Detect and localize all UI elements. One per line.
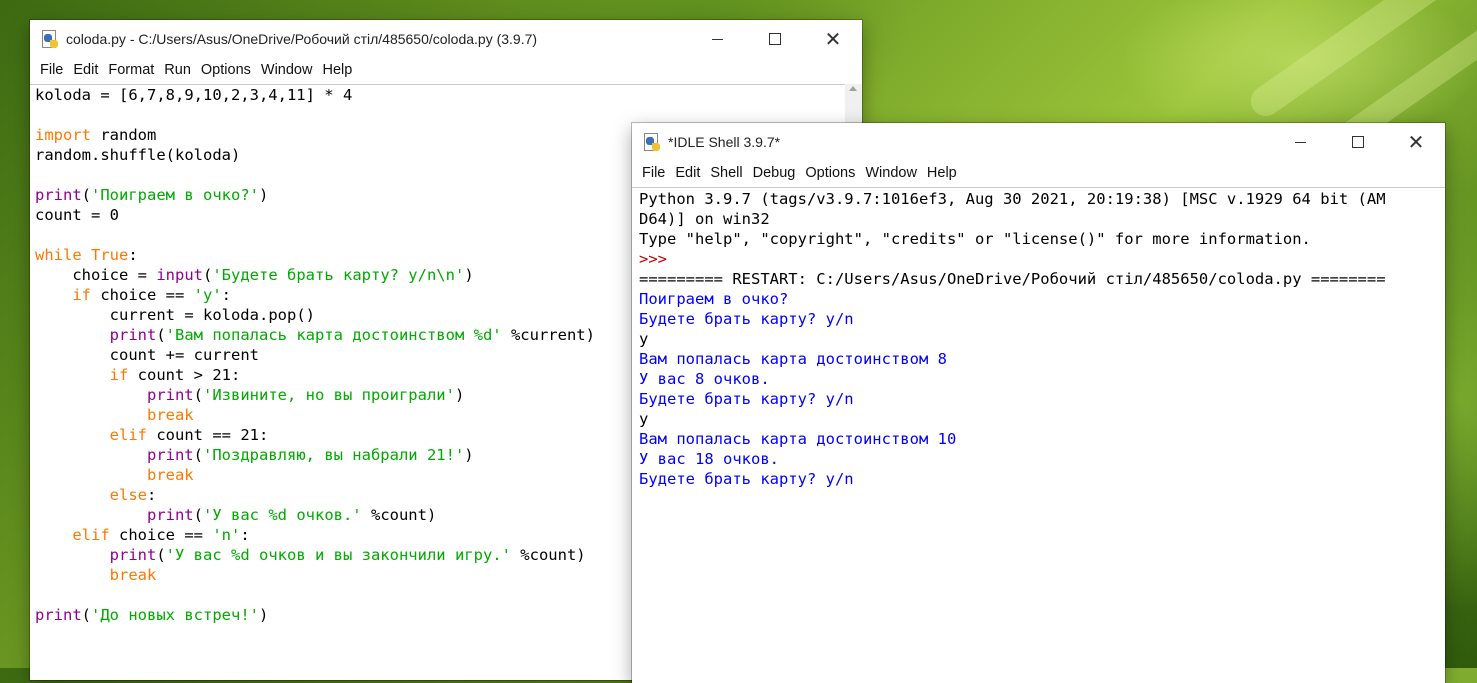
- shell-prompt: >>>: [639, 250, 667, 268]
- shell-line: Python 3.9.7 (tags/v3.9.7:1016ef3, Aug 3…: [639, 190, 1386, 208]
- shell-text-area[interactable]: Python 3.9.7 (tags/v3.9.7:1016ef3, Aug 3…: [632, 187, 1445, 683]
- menu-help[interactable]: Help: [922, 165, 962, 181]
- shell-line: y: [639, 410, 649, 428]
- minimize-button[interactable]: [1271, 123, 1329, 161]
- shell-line: y: [639, 330, 649, 348]
- shell-output[interactable]: Python 3.9.7 (tags/v3.9.7:1016ef3, Aug 3…: [632, 189, 1445, 489]
- maximize-button[interactable]: [746, 20, 804, 58]
- menu-window[interactable]: Window: [860, 165, 922, 181]
- menu-edit[interactable]: Edit: [68, 62, 103, 78]
- menu-run[interactable]: Run: [159, 62, 196, 78]
- shell-line: У вас 8 очков.: [639, 370, 770, 388]
- menu-file[interactable]: File: [35, 62, 68, 78]
- code-line: koloda = [6,7,8,9,10,2,3,4,11] * 4: [35, 86, 353, 104]
- menu-options[interactable]: Options: [196, 62, 256, 78]
- shell-line: Type "help", "copyright", "credits" or "…: [639, 230, 1311, 248]
- minimize-button[interactable]: [688, 20, 746, 58]
- menu-debug[interactable]: Debug: [748, 165, 801, 181]
- shell-line: D64)] on win32: [639, 210, 770, 228]
- menu-window[interactable]: Window: [256, 62, 318, 78]
- shell-line: Будете брать карту? y/n: [639, 470, 854, 488]
- close-button[interactable]: ✕: [804, 20, 862, 58]
- editor-titlebar[interactable]: coloda.py - C:/Users/Asus/OneDrive/Робоч…: [30, 20, 862, 58]
- shell-window: *IDLE Shell 3.9.7* ✕ File Edit Shell Deb…: [632, 123, 1445, 683]
- shell-line: Вам попалась карта достоинством 8: [639, 350, 947, 368]
- menu-options[interactable]: Options: [800, 165, 860, 181]
- menu-file[interactable]: File: [637, 165, 670, 181]
- editor-menubar: File Edit Format Run Options Window Help: [30, 58, 862, 82]
- menu-format[interactable]: Format: [103, 62, 159, 78]
- shell-line: У вас 18 очков.: [639, 450, 779, 468]
- menu-help[interactable]: Help: [317, 62, 357, 78]
- menu-edit[interactable]: Edit: [670, 165, 705, 181]
- idle-file-icon: [40, 30, 58, 48]
- scroll-up-icon[interactable]: [849, 86, 857, 91]
- shell-titlebar[interactable]: *IDLE Shell 3.9.7* ✕: [632, 123, 1445, 161]
- editor-title: coloda.py - C:/Users/Asus/OneDrive/Робоч…: [66, 31, 538, 47]
- close-button[interactable]: ✕: [1387, 123, 1445, 161]
- shell-line: ========= RESTART: C:/Users/Asus/OneDriv…: [639, 270, 1386, 288]
- shell-line: Вам попалась карта достоинством 10: [639, 430, 957, 448]
- shell-line: Поиграем в очко?: [639, 290, 789, 308]
- menu-shell[interactable]: Shell: [705, 165, 747, 181]
- idle-shell-icon: [642, 133, 660, 151]
- shell-menubar: File Edit Shell Debug Options Window Hel…: [632, 161, 1445, 185]
- shell-line: Будете брать карту? y/n: [639, 310, 854, 328]
- maximize-button[interactable]: [1329, 123, 1387, 161]
- shell-title: *IDLE Shell 3.9.7*: [668, 134, 781, 150]
- shell-line: Будете брать карту? y/n: [639, 390, 854, 408]
